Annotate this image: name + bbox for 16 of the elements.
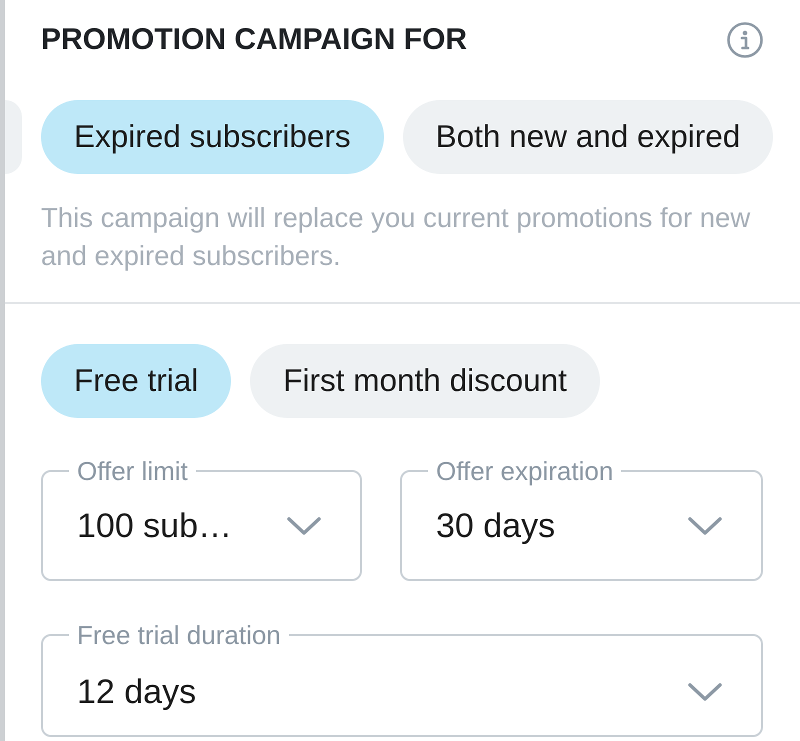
field-label: Offer limit — [76, 457, 189, 485]
info-icon[interactable] — [727, 22, 763, 58]
field-label: Offer expiration — [435, 457, 614, 485]
option-pill[interactable]: First month discount — [250, 344, 600, 418]
option-pill[interactable]: Both new and expired — [402, 100, 774, 174]
select-value: 30 days — [436, 506, 556, 546]
select-value: 12 days — [77, 672, 196, 712]
campaign-note: This campaign will replace you current promotions for new and expired subscribers. — [41, 201, 752, 273]
chevron-down-icon — [688, 683, 722, 701]
field-label: Free trial duration — [76, 621, 282, 649]
select-value: 100 sub… — [77, 506, 232, 546]
chevron-down-icon — [287, 517, 321, 535]
option-pill[interactable]: Expired subscribers — [41, 100, 384, 174]
chevron-down-icon — [688, 517, 722, 535]
option-pill[interactable]: Free trial — [41, 344, 232, 418]
section-title: PROMOTION CAMPAIGN FOR — [41, 22, 468, 58]
